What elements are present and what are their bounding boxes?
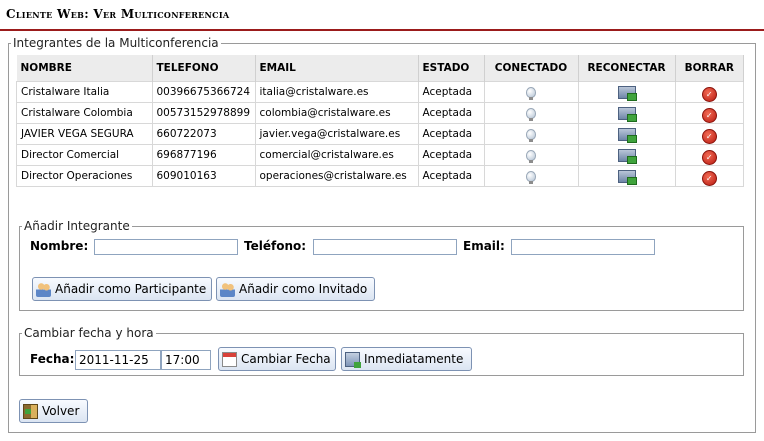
member-status: Aceptada xyxy=(418,144,485,166)
member-name: JAVIER VEGA SEGURA xyxy=(16,123,153,145)
member-email: javier.vega@cristalware.es xyxy=(255,123,419,145)
member-phone: 00396675366724 xyxy=(152,81,256,103)
delete-cell: ✓ xyxy=(675,123,744,145)
reconnect-icon[interactable] xyxy=(617,107,637,122)
delete-cell: ✓ xyxy=(675,165,744,187)
member-status: Aceptada xyxy=(418,165,485,187)
time-input[interactable] xyxy=(161,350,211,370)
connected-cell xyxy=(484,165,579,187)
reconnect-icon[interactable] xyxy=(617,170,637,185)
lightbulb-icon xyxy=(526,108,536,121)
trash-icon[interactable]: ✓ xyxy=(701,86,717,102)
member-phone: 609010163 xyxy=(152,165,256,187)
lightbulb-icon xyxy=(526,129,536,142)
member-email: colombia@cristalware.es xyxy=(255,102,419,124)
reconnect-icon[interactable] xyxy=(617,149,637,164)
trash-icon[interactable]: ✓ xyxy=(701,170,717,186)
date-label: Fecha: xyxy=(30,352,75,366)
connected-cell xyxy=(484,102,579,124)
reconnect-icon[interactable] xyxy=(617,128,637,143)
reconnect-cell xyxy=(578,81,676,103)
back-button[interactable]: Volver xyxy=(19,399,88,423)
add-guest-button[interactable]: Añadir como Invitado xyxy=(216,277,375,301)
delete-cell: ✓ xyxy=(675,102,744,124)
table-row: Cristalware Italia 00396675366724 italia… xyxy=(16,81,744,103)
immediately-button[interactable]: Inmediatamente xyxy=(341,347,472,371)
lightbulb-icon xyxy=(526,150,536,163)
member-name: Cristalware Colombia xyxy=(16,102,153,124)
member-phone: 696877196 xyxy=(152,144,256,166)
back-label: Volver xyxy=(42,404,80,418)
immediately-label: Inmediatamente xyxy=(364,352,464,366)
trash-icon[interactable]: ✓ xyxy=(701,149,717,165)
delete-cell: ✓ xyxy=(675,81,744,103)
connected-cell xyxy=(484,123,579,145)
column-header-email: EMAIL xyxy=(255,55,419,82)
column-header-reconnect: RECONECTAR xyxy=(578,55,676,82)
members-table: NOMBRE TELEFONO EMAIL ESTADO CONECTADO R… xyxy=(16,55,744,187)
phone-input[interactable] xyxy=(313,239,457,255)
reconnect-cell xyxy=(578,123,676,145)
table-row: Director Comercial 696877196 comercial@c… xyxy=(16,144,744,166)
name-label: Nombre: xyxy=(30,239,89,253)
member-name: Director Operaciones xyxy=(16,165,153,187)
phone-label: Teléfono: xyxy=(244,239,307,253)
table-row: Director Operaciones 609010163 operacion… xyxy=(16,165,744,187)
calendar-icon xyxy=(222,351,237,367)
connected-cell xyxy=(484,81,579,103)
lightbulb-icon xyxy=(526,87,536,100)
members-legend: Integrantes de la Multiconferencia xyxy=(13,36,219,50)
page-title: Cliente Web: Ver Multiconferencia xyxy=(6,7,230,21)
lightbulb-icon xyxy=(526,171,536,184)
members-header-row: NOMBRE TELEFONO EMAIL ESTADO CONECTADO R… xyxy=(16,55,744,82)
member-status: Aceptada xyxy=(418,123,485,145)
member-phone: 660722073 xyxy=(152,123,256,145)
reconnect-icon[interactable] xyxy=(617,86,637,101)
add-participant-button[interactable]: Añadir como Participante xyxy=(32,277,212,301)
member-email: comercial@cristalware.es xyxy=(255,144,419,166)
people-icon xyxy=(220,281,235,297)
page-header: Cliente Web: Ver Multiconferencia xyxy=(0,0,764,31)
date-input[interactable] xyxy=(75,350,161,370)
change-date-label: Cambiar Fecha xyxy=(241,352,331,366)
email-label: Email: xyxy=(463,239,505,253)
email-input[interactable] xyxy=(511,239,655,255)
trash-icon[interactable]: ✓ xyxy=(701,128,717,144)
member-email: italia@cristalware.es xyxy=(255,81,419,103)
reconnect-cell xyxy=(578,144,676,166)
column-header-status: ESTADO xyxy=(418,55,485,82)
member-name: Director Comercial xyxy=(16,144,153,166)
add-member-legend: Añadir Integrante xyxy=(24,219,130,233)
column-header-delete: BORRAR xyxy=(675,55,744,82)
exit-door-icon xyxy=(23,403,38,419)
reconnect-cell xyxy=(578,102,676,124)
member-name: Cristalware Italia xyxy=(16,81,153,103)
column-header-phone: TELEFONO xyxy=(152,55,256,82)
member-status: Aceptada xyxy=(418,81,485,103)
people-icon xyxy=(36,281,51,297)
member-status: Aceptada xyxy=(418,102,485,124)
go-now-icon xyxy=(345,351,361,368)
connected-cell xyxy=(484,144,579,166)
add-guest-label: Añadir como Invitado xyxy=(239,282,368,296)
column-header-connected: CONECTADO xyxy=(484,55,579,82)
change-date-button[interactable]: Cambiar Fecha xyxy=(218,347,336,371)
name-input[interactable] xyxy=(94,239,238,255)
column-header-name: NOMBRE xyxy=(16,55,153,82)
table-row: Cristalware Colombia 00573152978899 colo… xyxy=(16,102,744,124)
member-phone: 00573152978899 xyxy=(152,102,256,124)
member-email: operaciones@cristalware.es xyxy=(255,165,419,187)
add-participant-label: Añadir como Participante xyxy=(55,282,207,296)
schedule-legend: Cambiar fecha y hora xyxy=(24,326,154,340)
table-row: JAVIER VEGA SEGURA 660722073 javier.vega… xyxy=(16,123,744,145)
reconnect-cell xyxy=(578,165,676,187)
delete-cell: ✓ xyxy=(675,144,744,166)
trash-icon[interactable]: ✓ xyxy=(701,107,717,123)
